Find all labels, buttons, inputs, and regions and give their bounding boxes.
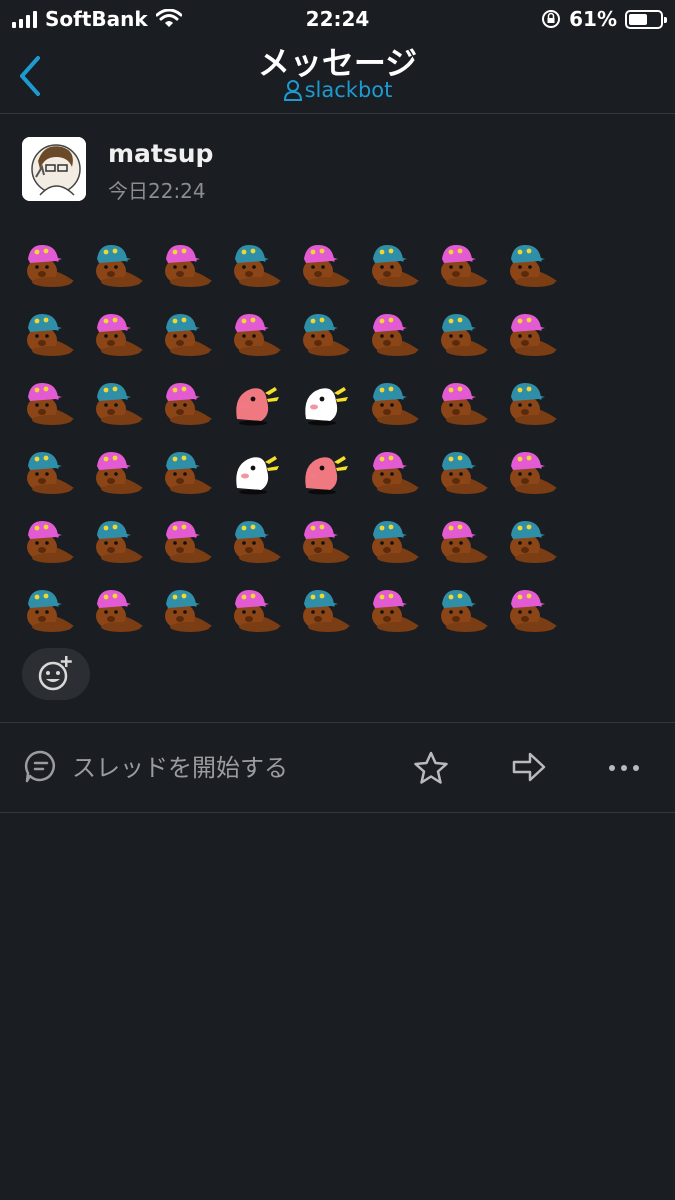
beaver-pink-icon <box>22 373 91 442</box>
beaver-blue-icon <box>160 580 229 649</box>
beaver-pink-icon <box>505 304 574 373</box>
bird-pink-icon <box>298 442 367 511</box>
beaver-blue-icon <box>436 304 505 373</box>
beaver-pink-icon <box>436 373 505 442</box>
add-reaction-button[interactable] <box>22 648 90 700</box>
beaver-blue-icon <box>229 235 298 304</box>
beaver-pink-icon <box>505 442 574 511</box>
message-header: matsup 今日22:24 <box>22 135 662 205</box>
beaver-blue-icon <box>505 511 574 580</box>
beaver-blue-icon <box>367 373 436 442</box>
username[interactable]: matsup <box>108 139 213 168</box>
battery-percent: 61% <box>569 7 617 31</box>
forward-arrow-icon <box>512 752 546 782</box>
divider <box>0 722 675 723</box>
battery-icon <box>625 9 667 29</box>
add-emoji-icon <box>38 656 72 691</box>
avatar-illustration <box>22 137 86 201</box>
beaver-pink-icon <box>91 580 160 649</box>
beaver-pink-icon <box>160 511 229 580</box>
beaver-blue-icon <box>505 235 574 304</box>
beaver-pink-icon <box>91 442 160 511</box>
emoji-grid <box>22 235 582 649</box>
beaver-pink-icon <box>229 580 298 649</box>
beaver-pink-icon <box>367 580 436 649</box>
beaver-pink-icon <box>91 304 160 373</box>
bird-pink-icon <box>229 373 298 442</box>
bird-white-icon <box>298 373 367 442</box>
beaver-pink-icon <box>22 511 91 580</box>
beaver-blue-icon <box>298 304 367 373</box>
channel-name: slackbot <box>304 78 393 102</box>
beaver-pink-icon <box>367 442 436 511</box>
bird-white-icon <box>229 442 298 511</box>
message-actions: スレッドを開始する <box>0 724 675 812</box>
divider <box>0 812 675 813</box>
beaver-blue-icon <box>505 373 574 442</box>
beaver-blue-icon <box>298 580 367 649</box>
status-bar: SoftBank 22:24 61% <box>0 0 675 38</box>
emoji-row <box>22 442 582 511</box>
beaver-pink-icon <box>436 235 505 304</box>
more-dots-icon <box>609 765 639 771</box>
beaver-pink-icon <box>298 235 367 304</box>
beaver-blue-icon <box>436 580 505 649</box>
beaver-pink-icon <box>367 304 436 373</box>
beaver-blue-icon <box>436 442 505 511</box>
emoji-row <box>22 304 582 373</box>
thread-bubble-icon <box>24 750 55 782</box>
beaver-blue-icon <box>91 373 160 442</box>
person-icon <box>283 80 302 101</box>
beaver-pink-icon <box>22 235 91 304</box>
beaver-pink-icon <box>160 235 229 304</box>
message-timestamp: 今日22:24 <box>108 179 206 203</box>
beaver-pink-icon <box>229 304 298 373</box>
emoji-row <box>22 235 582 304</box>
beaver-pink-icon <box>505 580 574 649</box>
start-thread-button[interactable]: スレッドを開始する <box>24 748 288 783</box>
beaver-pink-icon <box>436 511 505 580</box>
beaver-blue-icon <box>91 235 160 304</box>
star-icon <box>414 751 448 784</box>
emoji-row <box>22 373 582 442</box>
beaver-pink-icon <box>298 511 367 580</box>
star-button[interactable] <box>412 750 450 790</box>
beaver-blue-icon <box>160 442 229 511</box>
avatar[interactable] <box>22 137 86 201</box>
beaver-pink-icon <box>160 373 229 442</box>
beaver-blue-icon <box>229 511 298 580</box>
emoji-row <box>22 580 582 649</box>
navigation-bar: メッセージ slackbot <box>0 38 675 114</box>
beaver-blue-icon <box>367 511 436 580</box>
beaver-blue-icon <box>91 511 160 580</box>
beaver-blue-icon <box>22 442 91 511</box>
more-button[interactable] <box>606 752 642 786</box>
emoji-row <box>22 511 582 580</box>
rotation-lock-icon <box>542 10 561 28</box>
start-thread-label: スレッドを開始する <box>72 754 288 782</box>
channel-link[interactable]: slackbot <box>0 78 675 102</box>
beaver-blue-icon <box>22 580 91 649</box>
share-button[interactable] <box>510 750 548 788</box>
beaver-blue-icon <box>367 235 436 304</box>
beaver-blue-icon <box>160 304 229 373</box>
beaver-blue-icon <box>22 304 91 373</box>
